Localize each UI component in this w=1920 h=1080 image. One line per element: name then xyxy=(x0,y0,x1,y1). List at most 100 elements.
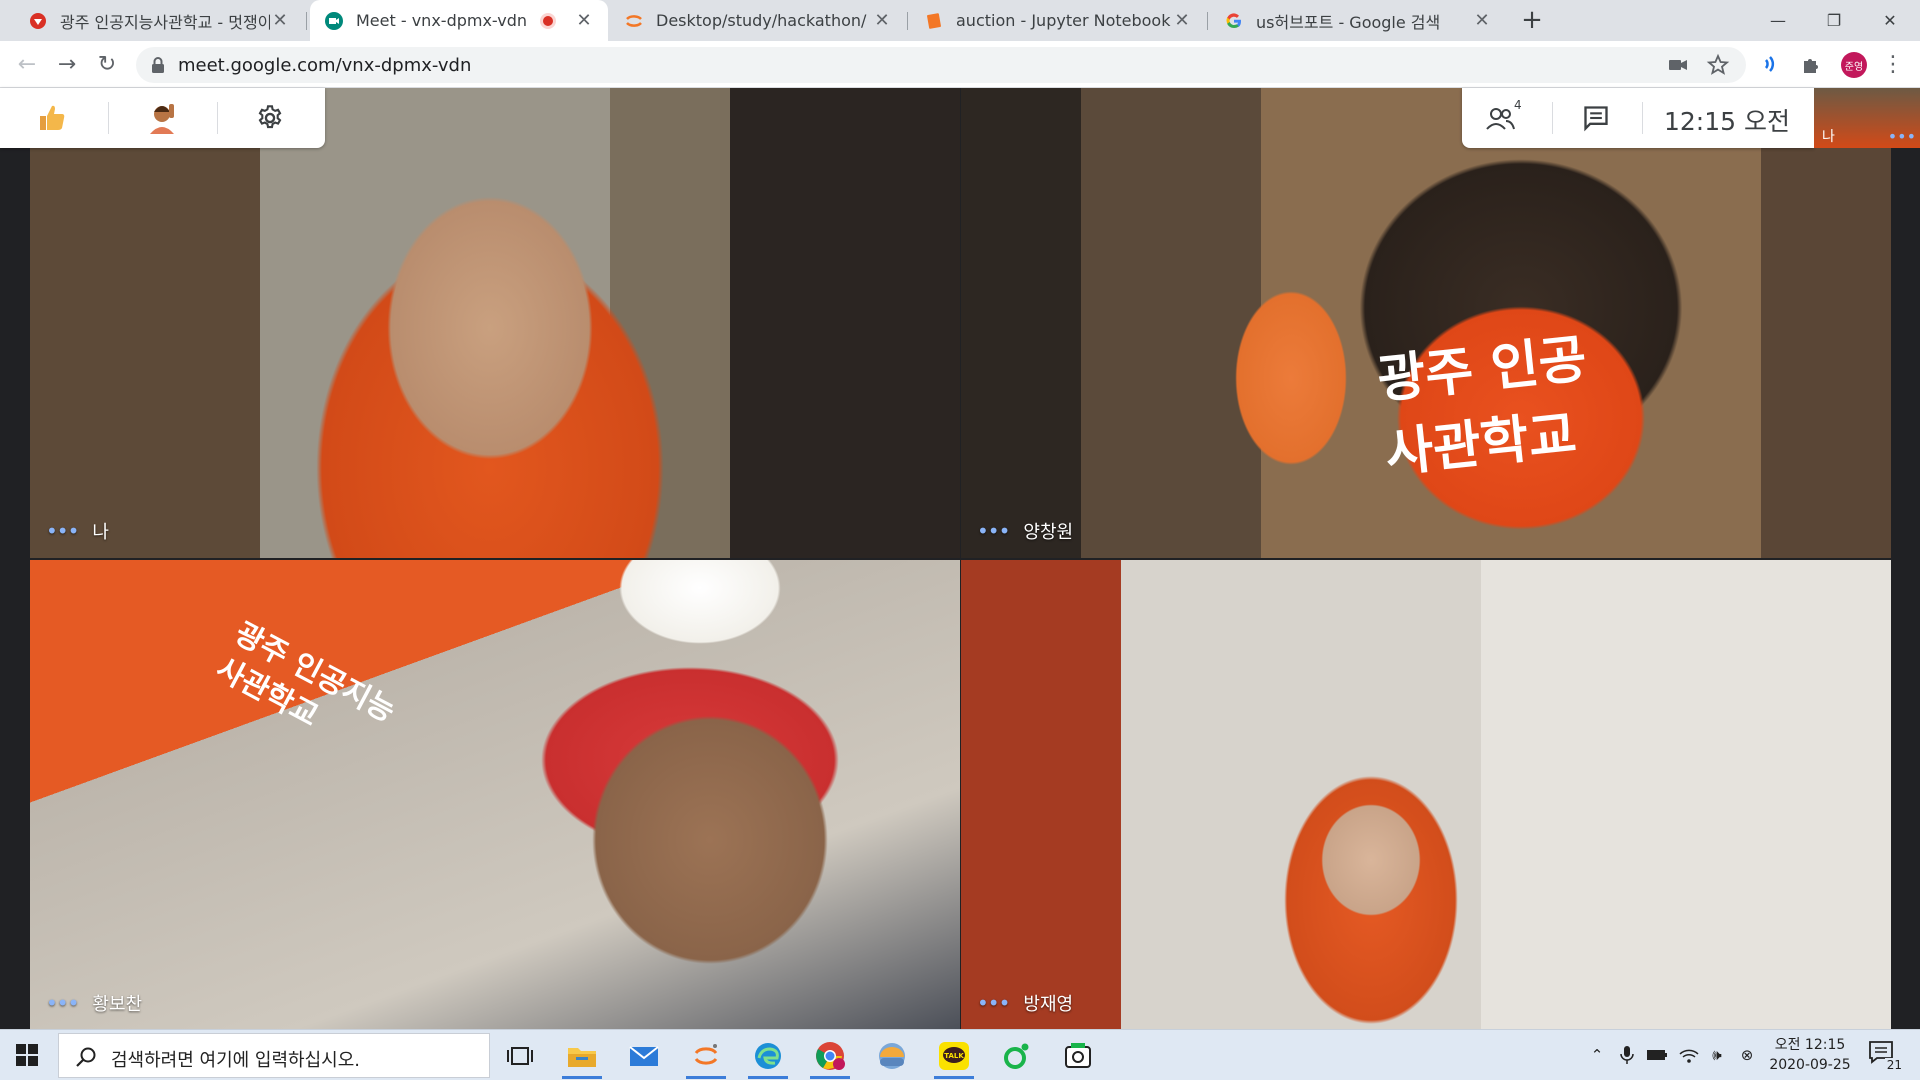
notebook-favicon-icon xyxy=(927,12,941,29)
clock-time: 오전 12:15 xyxy=(1774,1037,1846,1053)
self-view-thumbnail[interactable]: 나 ••• xyxy=(1814,88,1920,148)
tab-academy[interactable]: 광주 인공지능사관학교 - 멋쟁이 ✕ xyxy=(14,0,304,41)
participant-options-icon[interactable]: ••• xyxy=(46,519,79,543)
reload-icon[interactable]: ↻ xyxy=(90,47,124,81)
mail-icon[interactable] xyxy=(618,1035,670,1077)
more-menu-icon[interactable]: ⋮ xyxy=(1876,47,1910,81)
file-explorer-icon[interactable] xyxy=(556,1035,608,1079)
jupyter-app-icon[interactable] xyxy=(680,1035,732,1079)
tab-close-icon[interactable]: ✕ xyxy=(872,10,892,31)
tab-divider xyxy=(907,12,908,30)
thumbs-up-icon[interactable] xyxy=(32,98,72,138)
url-text: meet.google.com/vnx-dpmx-vdn xyxy=(178,55,472,76)
participant-name-label: ••• 나 xyxy=(46,518,109,544)
participant-name: 나 xyxy=(92,522,109,543)
participant-options-icon[interactable]: ••• xyxy=(46,991,79,1015)
tab-close-icon[interactable]: ✕ xyxy=(270,10,290,31)
volume-icon[interactable]: 🕪 xyxy=(1706,1044,1728,1066)
weather-app-icon[interactable] xyxy=(866,1035,918,1077)
toolbar-divider xyxy=(217,102,218,134)
taskbar-clock[interactable]: 오전 12:15 2020-09-25 xyxy=(1760,1035,1860,1075)
browser-toolbar: ← → ↻ meet.google.com/vnx-dpmx-vdn 준영 ⋮ xyxy=(0,41,1920,88)
windows-taskbar: 검색하려면 여기에 입력하십시오. TALK ⌃ 🕪 ⊗ 오전 12:15 20… xyxy=(0,1029,1920,1080)
tab-title: us허브포트 - Google 검색 xyxy=(1256,12,1441,32)
bookmark-star-icon[interactable] xyxy=(1706,53,1730,77)
notification-count: 21 xyxy=(1884,1058,1904,1072)
edge-browser-icon[interactable] xyxy=(742,1035,794,1079)
tab-google-search[interactable]: us허브포트 - Google 검색 ✕ xyxy=(1210,0,1506,41)
meeting-clock: 12:15 오전 xyxy=(1664,107,1790,136)
reactions-toolbar xyxy=(0,88,325,148)
tab-jupyter-tree[interactable]: Desktop/study/hackathon/ ✕ xyxy=(610,0,906,41)
taskbar-search-box[interactable]: 검색하려면 여기에 입력하십시오. xyxy=(58,1033,490,1078)
tab-divider xyxy=(306,12,307,30)
recording-indicator-icon xyxy=(540,12,556,29)
tab-title: Desktop/study/hackathon/ xyxy=(656,11,867,30)
participant-count: 4 xyxy=(1514,98,1522,112)
battery-icon[interactable] xyxy=(1646,1044,1668,1066)
kakaotalk-icon[interactable]: TALK xyxy=(928,1035,980,1079)
academy-favicon-icon xyxy=(30,12,46,29)
restore-icon[interactable]: ❐ xyxy=(1806,0,1862,41)
tray-overflow-chevron-icon[interactable]: ⌃ xyxy=(1586,1044,1608,1066)
participant-name: 양창원 xyxy=(1023,522,1074,543)
participant-options-icon[interactable]: ••• xyxy=(977,519,1010,543)
close-window-icon[interactable]: ✕ xyxy=(1862,0,1918,41)
school-banner: 광주 인공 사관학교 xyxy=(1374,329,1590,485)
search-placeholder: 검색하려면 여기에 입력하십시오. xyxy=(111,1050,361,1071)
participant-tile[interactable]: ••• 나 xyxy=(30,88,960,558)
profile-avatar[interactable]: 준영 xyxy=(1841,52,1867,78)
action-center-icon[interactable]: 21 xyxy=(1868,1040,1904,1072)
toolbar-divider xyxy=(1552,102,1553,134)
toolbar-divider xyxy=(1642,102,1643,134)
green-app-icon[interactable] xyxy=(990,1035,1042,1077)
participant-options-icon[interactable]: ••• xyxy=(977,991,1010,1015)
participant-name: 방재영 xyxy=(1023,994,1074,1015)
participant-name-label: ••• 방재영 xyxy=(977,990,1073,1016)
tab-title: auction - Jupyter Notebook xyxy=(956,11,1171,30)
participant-tile[interactable]: 광주 인공 사관학교 ••• 양창원 xyxy=(961,88,1891,558)
school-banner: 광주 인공지능 사관학교 xyxy=(210,616,401,735)
settings-gear-icon[interactable] xyxy=(250,98,290,138)
task-view-icon[interactable] xyxy=(494,1035,546,1077)
search-icon xyxy=(76,1047,96,1067)
self-options-icon[interactable]: ••• xyxy=(1888,127,1916,146)
screen-capture-icon[interactable] xyxy=(1052,1035,1104,1077)
raise-hand-emoji-icon[interactable] xyxy=(142,98,182,138)
self-label: 나 xyxy=(1822,129,1835,145)
meeting-info-toolbar: 4 12:15 오전 xyxy=(1462,88,1814,148)
participant-name-label: ••• 황보찬 xyxy=(46,990,142,1016)
tab-close-icon[interactable]: ✕ xyxy=(1172,10,1192,31)
jupyter-favicon-icon xyxy=(626,14,642,27)
tab-meet[interactable]: Meet - vnx-dpmx-vdn ✕ xyxy=(310,0,608,41)
tab-title: 광주 인공지능사관학교 - 멋쟁이 xyxy=(60,12,270,32)
forward-arrow-icon[interactable]: → xyxy=(50,47,84,81)
chat-icon[interactable] xyxy=(1576,98,1616,138)
lock-icon xyxy=(152,57,164,73)
new-tab-button[interactable]: + xyxy=(1518,6,1546,34)
back-arrow-icon[interactable]: ← xyxy=(10,47,44,81)
tab-close-icon[interactable]: ✕ xyxy=(574,10,594,31)
address-bar[interactable]: meet.google.com/vnx-dpmx-vdn xyxy=(136,47,1746,83)
tab-close-icon[interactable]: ✕ xyxy=(1472,10,1492,31)
people-icon[interactable]: 4 xyxy=(1482,98,1522,138)
microphone-icon[interactable] xyxy=(1616,1044,1638,1066)
tab-title: Meet - vnx-dpmx-vdn xyxy=(356,11,528,30)
cast-extension-icon[interactable] xyxy=(1760,52,1784,76)
wifi-icon[interactable] xyxy=(1678,1044,1700,1066)
participant-tile[interactable]: 광주 인공지능 사관학교 ••• 황보찬 xyxy=(30,560,960,1030)
participant-tile[interactable]: ••• 방재영 xyxy=(961,560,1891,1030)
clock-date: 2020-09-25 xyxy=(1769,1057,1851,1073)
windows-start-icon[interactable] xyxy=(16,1044,38,1066)
input-method-icon[interactable]: ⊗ xyxy=(1736,1044,1758,1066)
extensions-puzzle-icon[interactable] xyxy=(1800,52,1824,76)
meet-call-area: ••• 나 광주 인공 사관학교 ••• 양창원 광주 인공지능 사관학교 ••… xyxy=(0,88,1920,1030)
google-favicon-icon xyxy=(1226,12,1241,28)
camera-in-use-icon[interactable] xyxy=(1666,53,1690,77)
minimize-icon[interactable]: — xyxy=(1750,0,1806,41)
participant-name-label: ••• 양창원 xyxy=(977,518,1073,544)
tab-jupyter-notebook[interactable]: auction - Jupyter Notebook ✕ xyxy=(910,0,1206,41)
chrome-icon[interactable] xyxy=(804,1035,856,1079)
participant-name: 황보찬 xyxy=(92,994,143,1015)
toolbar-divider xyxy=(108,102,109,134)
